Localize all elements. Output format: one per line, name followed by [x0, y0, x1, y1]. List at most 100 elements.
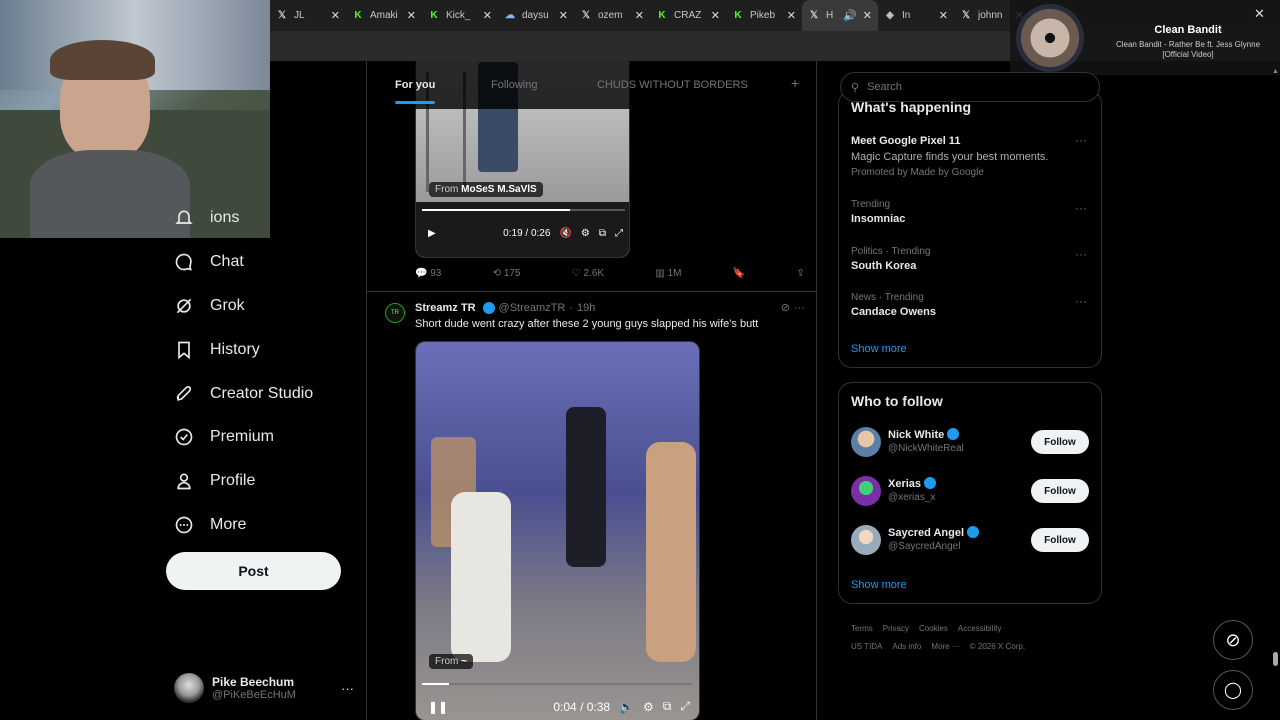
footer-link[interactable]: Cookies [919, 620, 948, 638]
trend-item[interactable]: Trending Insomniac [851, 199, 905, 225]
close-tab-icon[interactable]: ✕ [787, 9, 796, 22]
tweet-author[interactable]: Streamz TR [415, 302, 476, 314]
more-dots-icon[interactable]: ··· [341, 681, 354, 696]
tab-chuds[interactable]: CHUDS WITHOUT BORDERS [597, 79, 748, 91]
views-button[interactable]: ▥ 1M [655, 268, 681, 279]
footer-link[interactable]: Privacy [883, 620, 909, 638]
progress-track[interactable] [422, 209, 625, 211]
volume-icon[interactable]: 🔈 [619, 700, 634, 714]
settings-icon[interactable]: ⚙ [581, 228, 590, 239]
trend-item[interactable]: Meet Google Pixel 11 Magic Capture finds… [851, 135, 1091, 178]
account-switcher[interactable]: Pike Beechum @PiKeBeEcHuM ··· [174, 670, 354, 706]
more-dots-icon[interactable]: ··· [1075, 247, 1087, 261]
sidebar-item-premium[interactable]: Premium [174, 427, 274, 447]
browser-tab[interactable]: K Pikeb ✕ [726, 0, 802, 31]
close-tab-icon[interactable]: ✕ [331, 9, 340, 22]
cloud-icon: ☁ [505, 10, 515, 21]
close-icon[interactable]: ✕ [1254, 6, 1265, 22]
trend-item[interactable]: Politics · Trending South Korea [851, 246, 930, 272]
footer-link[interactable]: Terms [851, 620, 873, 638]
avatar[interactable] [851, 476, 881, 506]
close-tab-icon[interactable]: ✕ [939, 9, 948, 22]
browser-tab[interactable]: 𝕏ozem ✕ [574, 0, 650, 31]
search-input[interactable]: ⚲ Search [840, 72, 1100, 102]
tweet-avatar[interactable]: TR [385, 303, 405, 323]
follow-button[interactable]: Follow [1031, 528, 1089, 552]
play-icon[interactable]: ▶ [428, 228, 436, 239]
sidebar-item-creator-studio[interactable]: Creator Studio [174, 384, 313, 404]
settings-icon[interactable]: ⚙ [643, 700, 654, 714]
timeline: From MoSeS M.SaVlS ▶ 0:19 / 0:26 🔇 ⚙ ⧉ ⤢… [366, 61, 817, 720]
browser-tab[interactable]: ☁ daysu ✕ [498, 0, 574, 31]
close-tab-icon[interactable]: ✕ [863, 9, 872, 22]
footer-link[interactable]: Accessibility [958, 620, 1002, 638]
browser-tab[interactable]: ◈ In ✕ [878, 0, 954, 31]
grok-fab[interactable]: ⊘ [1213, 620, 1253, 660]
shirt [30, 150, 190, 238]
fullscreen-icon[interactable]: ⤢ [615, 228, 623, 239]
scrollbar-thumb[interactable] [1273, 652, 1278, 666]
tab-following[interactable]: Following [491, 79, 537, 91]
close-tab-icon[interactable]: ✕ [407, 9, 416, 22]
sidebar-item-history[interactable]: History [174, 340, 260, 360]
more-dots-icon[interactable]: ··· [1075, 201, 1087, 215]
footer-link[interactable]: More ··· [931, 638, 959, 656]
speaker-icon[interactable]: 🔊 [843, 9, 857, 22]
pip-icon[interactable]: ⧉ [663, 699, 672, 714]
repost-button[interactable]: ⟲ 175 [493, 268, 521, 279]
browser-tab[interactable]: K CRAZ ✕ [650, 0, 726, 31]
add-tab-icon[interactable]: + [791, 75, 799, 91]
fullscreen-icon[interactable]: ⤢ [680, 699, 690, 714]
tweet-handle[interactable]: @StreamzTR [499, 302, 566, 314]
follow-suggestion[interactable]: Xerias @xerias_x [888, 477, 937, 503]
trend-item[interactable]: News · Trending Candace Owens [851, 292, 936, 318]
video-player[interactable]: From ~ ❚❚ 0:04 / 0:38 🔈 ⚙ ⧉ ⤢ [415, 341, 700, 720]
tweet-age[interactable]: 19h [577, 302, 595, 314]
card-title: Who to follow [851, 393, 943, 409]
pip-icon[interactable]: ⧉ [599, 228, 606, 239]
more-dots-icon[interactable]: ··· [1075, 294, 1087, 308]
follow-suggestion[interactable]: Nick White @NickWhiteReal [888, 428, 964, 454]
hair [50, 40, 155, 80]
sidebar-item-notifications[interactable]: ions [174, 208, 239, 228]
show-more-link[interactable]: Show more [851, 579, 907, 591]
media-popup[interactable]: Clean Bandit Clean Bandit - Rather Be ft… [1010, 0, 1280, 75]
browser-tab[interactable]: 𝕏 JL ✕ [270, 0, 346, 31]
more-dots-icon[interactable]: ··· [794, 302, 805, 314]
close-tab-icon[interactable]: ✕ [635, 9, 644, 22]
sidebar-item-grok[interactable]: Grok [174, 296, 245, 316]
show-more-link[interactable]: Show more [851, 343, 907, 355]
browser-tab-active[interactable]: 𝕏 H 🔊 ✕ [802, 0, 878, 31]
kick-logo-icon: K [658, 10, 666, 21]
share-icon[interactable]: ⇪ [797, 268, 805, 279]
sidebar-item-profile[interactable]: Profile [174, 471, 255, 491]
browser-tab[interactable]: K Kick_ ✕ [422, 0, 498, 31]
messages-fab[interactable]: ◯ [1213, 670, 1253, 710]
scroll-up-arrow[interactable]: ▲ [1272, 68, 1279, 76]
follow-button[interactable]: Follow [1031, 430, 1089, 454]
from-badge[interactable]: From ~ [429, 654, 473, 669]
close-tab-icon[interactable]: ✕ [483, 9, 492, 22]
close-tab-icon[interactable]: ✕ [559, 9, 568, 22]
footer-link[interactable]: US TIDA [851, 638, 882, 656]
tab-for-you[interactable]: For you [395, 79, 435, 91]
follow-button[interactable]: Follow [1031, 479, 1089, 503]
progress-track[interactable] [422, 683, 692, 685]
like-button[interactable]: ♡ 2.6K [572, 268, 604, 279]
follow-suggestion[interactable]: Saycred Angel @SaycredAngel [888, 526, 980, 552]
reply-button[interactable]: 💬 93 [415, 268, 441, 279]
post-button[interactable]: Post [166, 552, 341, 590]
mute-icon[interactable]: 🔇 [559, 228, 571, 239]
footer-link[interactable]: Ads info [892, 638, 921, 656]
pause-icon[interactable]: ❚❚ [428, 700, 448, 714]
avatar[interactable] [851, 427, 881, 457]
close-tab-icon[interactable]: ✕ [711, 9, 720, 22]
sidebar-item-chat[interactable]: Chat [174, 252, 244, 272]
more-dots-icon[interactable]: ··· [1075, 133, 1087, 147]
from-badge[interactable]: From MoSeS M.SaVlS [429, 182, 543, 197]
grok-icon[interactable]: ⊘ [781, 301, 790, 314]
avatar[interactable] [851, 525, 881, 555]
browser-tab[interactable]: K Amaki ✕ [346, 0, 422, 31]
bookmark-icon[interactable]: 🔖 [733, 268, 745, 279]
sidebar-item-more[interactable]: More [174, 515, 246, 535]
